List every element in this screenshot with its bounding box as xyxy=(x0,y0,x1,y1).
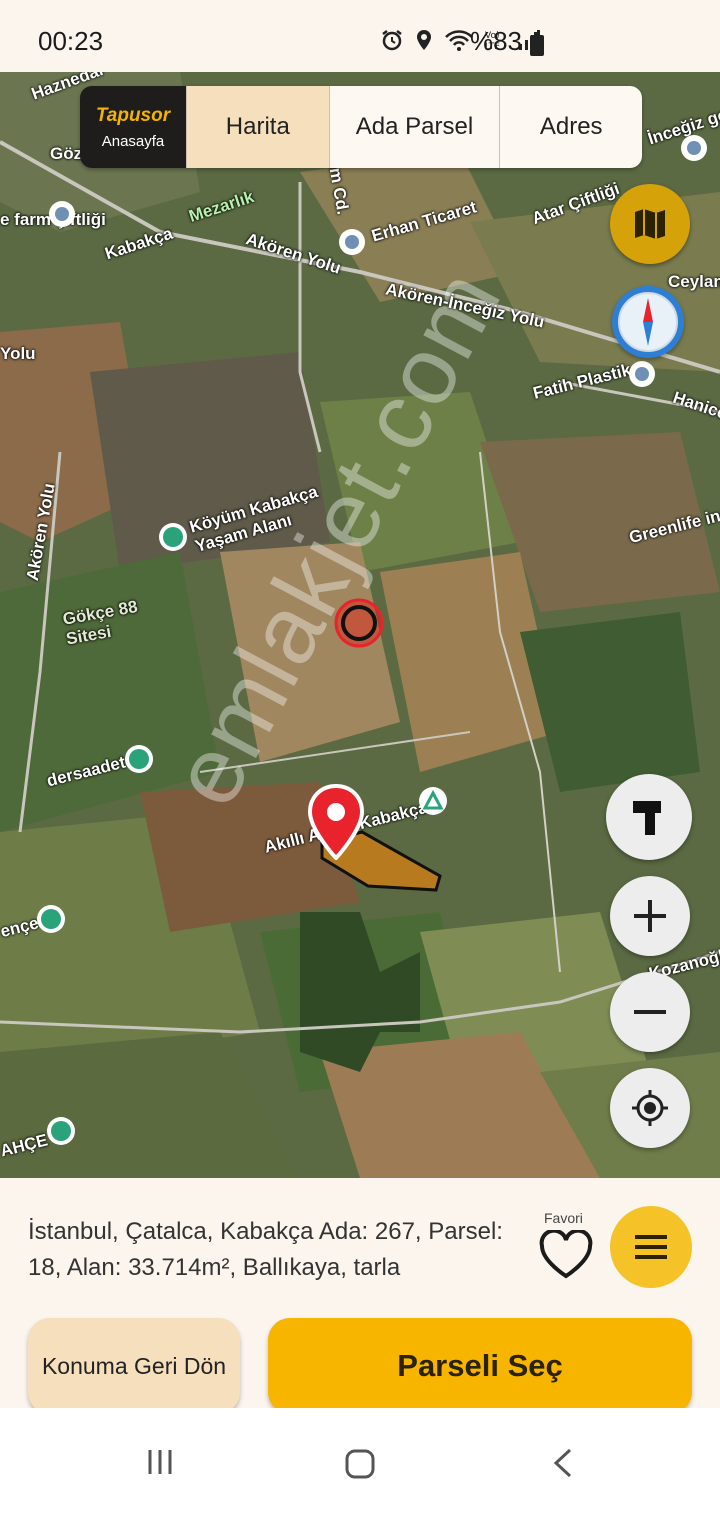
park-marker-icon[interactable] xyxy=(36,904,66,934)
target-circle-icon xyxy=(334,598,384,648)
hammer-icon xyxy=(633,801,661,835)
park-marker-icon[interactable] xyxy=(46,1116,76,1146)
location-icon xyxy=(417,30,431,50)
top-tab-bar: Tapusor Anasayfa Harita Ada Parsel Adres xyxy=(80,86,642,168)
map-layers-button[interactable] xyxy=(610,184,690,264)
park-marker-icon[interactable] xyxy=(158,522,188,552)
tab-adres[interactable]: Adres xyxy=(499,86,642,168)
satellite-map[interactable]: emlakjet.com Haznedar Göz e farm çiftliğ… xyxy=(0,72,720,1178)
alarm-icon xyxy=(382,30,402,51)
zoom-in-button[interactable] xyxy=(610,876,690,956)
brand-subtitle: Anasayfa xyxy=(101,132,165,150)
back-icon[interactable] xyxy=(552,1448,574,1478)
select-parcel-button[interactable]: Parseli Seç xyxy=(268,1318,692,1414)
favorite-label: Favori xyxy=(544,1210,583,1226)
battery-icon xyxy=(530,32,544,56)
zoom-out-icon xyxy=(634,1010,666,1014)
compass-icon xyxy=(618,292,678,352)
recent-apps-icon[interactable] xyxy=(146,1448,174,1476)
status-time: 00:23 xyxy=(38,26,104,56)
battery-percent: %83 xyxy=(469,26,522,56)
back-to-location-button[interactable]: Konuma Geri Dön xyxy=(28,1318,240,1414)
parcel-info-panel: İstanbul, Çatalca, Kabakça Ada: 267, Par… xyxy=(0,1178,720,1414)
map-label: Göz xyxy=(50,144,83,163)
poi-marker-icon[interactable] xyxy=(680,134,708,162)
zoom-in-icon xyxy=(634,900,666,932)
map-label: Yolu xyxy=(0,344,36,363)
map-layers-icon xyxy=(635,209,665,239)
poi-marker-icon[interactable] xyxy=(48,200,76,228)
heart-icon[interactable] xyxy=(538,1230,594,1280)
my-location-button[interactable] xyxy=(610,1068,690,1148)
compass-button[interactable] xyxy=(612,286,684,358)
menu-button[interactable] xyxy=(610,1206,692,1288)
poi-marker-icon[interactable] xyxy=(628,360,656,388)
parcel-pin-icon[interactable] xyxy=(306,784,366,860)
map-label: Ceylan xyxy=(668,272,720,291)
my-location-icon xyxy=(632,1090,668,1126)
poi-marker-icon[interactable] xyxy=(338,228,366,256)
zoom-out-button[interactable] xyxy=(610,972,690,1052)
hamburger-icon xyxy=(635,1235,667,1259)
home-icon[interactable] xyxy=(344,1448,376,1480)
tab-ada-parsel[interactable]: Ada Parsel xyxy=(328,86,500,168)
measure-tool-button[interactable] xyxy=(606,774,692,860)
parcel-description: İstanbul, Çatalca, Kabakça Ada: 267, Par… xyxy=(28,1218,503,1281)
brand-logo: Tapusor xyxy=(95,104,171,126)
status-bar: 00:23 Vo) LTE %83 xyxy=(0,0,720,72)
system-nav-bar xyxy=(0,1408,720,1520)
camping-marker-icon[interactable] xyxy=(418,786,448,816)
park-marker-icon[interactable] xyxy=(124,744,154,774)
tab-harita[interactable]: Harita xyxy=(186,86,329,168)
brand-home-button[interactable]: Tapusor Anasayfa xyxy=(80,86,186,168)
